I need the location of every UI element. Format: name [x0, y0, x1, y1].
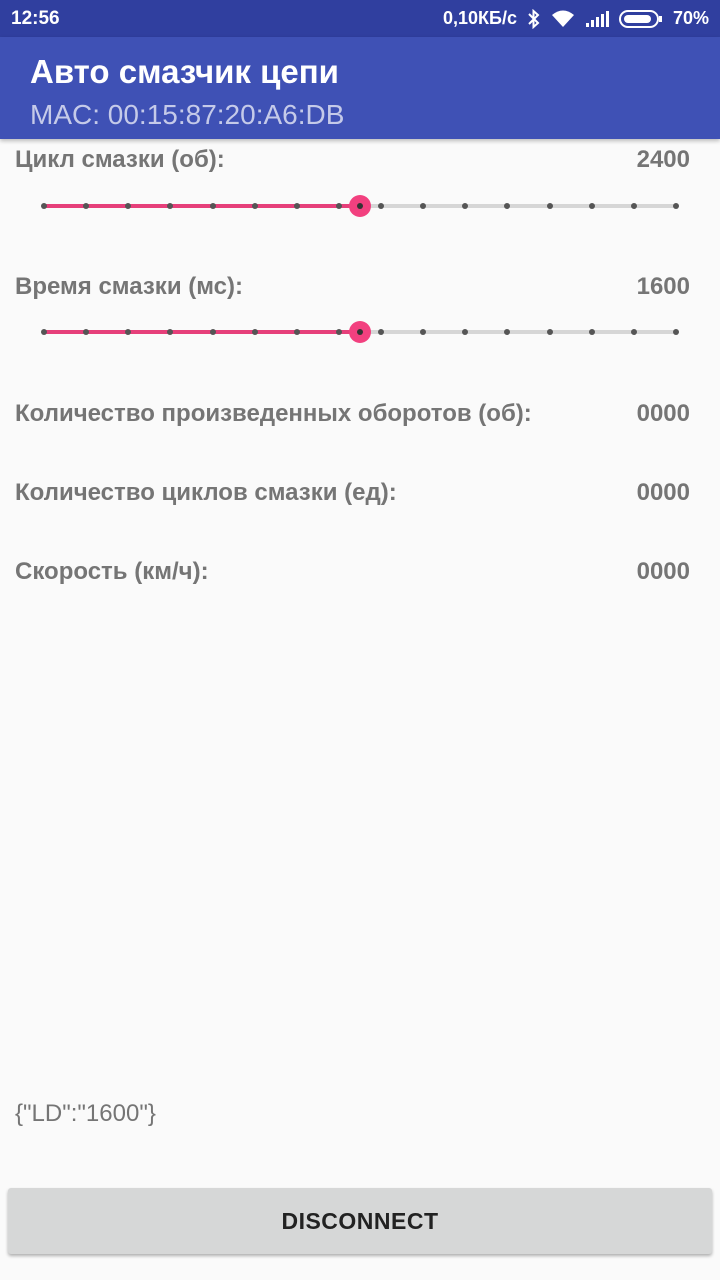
slider-tick: [167, 329, 174, 335]
slider-tick: [378, 203, 385, 209]
slider-tick: [167, 203, 174, 209]
cycle-label: Цикл смазки (об):: [15, 146, 225, 173]
device-mac: MAC: 00:15:87:20:A6:DB: [30, 99, 345, 130]
slider-tick: [251, 203, 258, 209]
received-data-text: {"LD":"1600"}: [15, 1100, 156, 1127]
duration-slider[interactable]: [30, 312, 690, 352]
slider-tick: [378, 329, 385, 335]
slider-tick: [293, 203, 300, 209]
speed-label: Скорость (км/ч):: [15, 558, 209, 585]
slider-tick: [630, 203, 637, 209]
slider-fill: [44, 330, 360, 334]
slider-tick: [673, 329, 679, 335]
slider-tick: [588, 203, 595, 209]
slider-tick: [462, 329, 469, 335]
slider-tick: [41, 203, 47, 209]
slider-thumb[interactable]: [349, 195, 371, 217]
slider-tick: [293, 329, 300, 335]
revolutions-label: Количество произведенных оборотов (об):: [15, 400, 532, 427]
slider-tick: [504, 329, 511, 335]
slider-tick: [462, 203, 469, 209]
slider-tick: [504, 203, 511, 209]
slider-fill: [44, 204, 360, 208]
duration-label: Время смазки (мс):: [15, 273, 243, 300]
revolutions-value: 0000: [636, 400, 690, 427]
slider-tick: [588, 329, 595, 335]
battery-percent: 70%: [672, 8, 709, 28]
status-bar: 12:56 0,10КБ/с 70%: [0, 0, 720, 37]
network-speed: 0,10КБ/с: [443, 8, 517, 28]
cycles-value: 0000: [636, 479, 690, 506]
slider-tick: [83, 203, 90, 209]
slider-tick: [420, 329, 427, 335]
slider-tick: [335, 329, 342, 335]
slider-tick: [41, 329, 47, 335]
slider-tick: [125, 203, 132, 209]
cycle-slider[interactable]: [30, 186, 690, 226]
speed-value: 0000: [636, 558, 690, 585]
slider-tick: [420, 203, 427, 209]
app-bar: Авто смазчик цепи MAC: 00:15:87:20:A6:DB: [0, 37, 720, 139]
slider-tick: [546, 203, 553, 209]
status-time: 12:56: [11, 8, 60, 29]
slider-tick: [125, 329, 132, 335]
disconnect-button[interactable]: DISCONNECT: [8, 1188, 712, 1254]
slider-tick: [335, 203, 342, 209]
bluetooth-icon: [527, 8, 541, 29]
slider-tick: [251, 329, 258, 335]
app-title: Авто смазчик цепи: [30, 53, 339, 90]
slider-tick: [209, 203, 216, 209]
signal-icon: [585, 10, 609, 28]
slider-tick: [209, 329, 216, 335]
slider-thumb[interactable]: [349, 321, 371, 343]
slider-tick: [673, 203, 679, 209]
slider-tick: [630, 329, 637, 335]
wifi-icon: [551, 10, 575, 28]
duration-value: 1600: [636, 273, 690, 300]
battery-icon: [618, 9, 663, 29]
slider-tick: [83, 329, 90, 335]
cycle-value: 2400: [636, 146, 690, 173]
slider-tick: [546, 329, 553, 335]
cycles-label: Количество циклов смазки (ед):: [15, 479, 397, 506]
